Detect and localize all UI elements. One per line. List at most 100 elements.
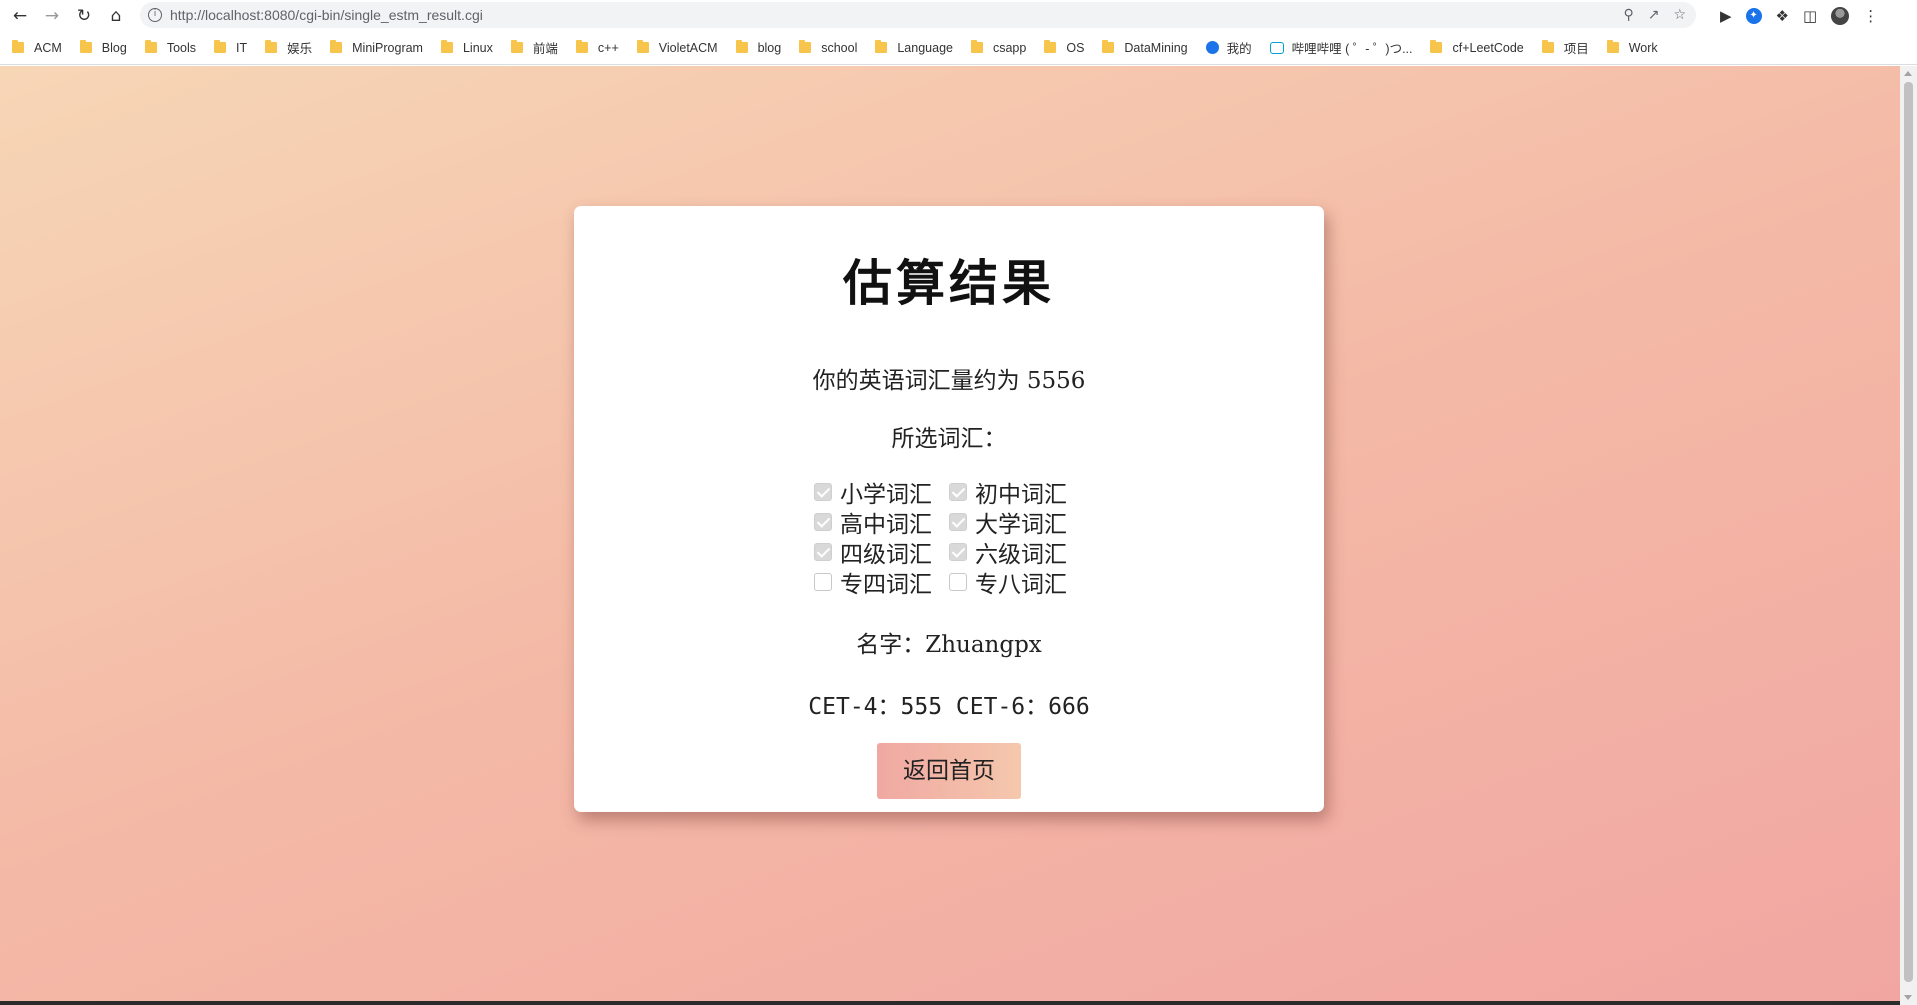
bookmark-label: blog <box>757 40 782 55</box>
vocab-option: 四级词汇 <box>814 539 949 568</box>
bookmark-label: IT <box>236 40 248 55</box>
folder-icon <box>1102 40 1115 53</box>
bookmark-item[interactable]: DataMining <box>1102 40 1188 55</box>
vocab-option-label: 四级词汇 <box>840 542 932 568</box>
sidepanel-icon[interactable]: ◫ <box>1803 7 1817 25</box>
play-icon[interactable]: ▶ <box>1720 7 1732 25</box>
folder-icon <box>1606 40 1619 53</box>
vocab-option-label: 六级词汇 <box>975 542 1067 568</box>
vocab-option-label: 初中词汇 <box>975 482 1067 508</box>
extension-icon[interactable]: ✦ <box>1745 8 1762 24</box>
bookmark-item[interactable]: cf+LeetCode <box>1430 40 1524 55</box>
puzzle-icon[interactable]: ❖ <box>1776 7 1789 25</box>
bookmark-item[interactable]: Tools <box>144 40 196 55</box>
cet-scores-text: CET-4：555 CET-6：666 <box>808 694 1090 720</box>
url-text[interactable]: http://localhost:8080/cgi-bin/single_est… <box>170 7 483 23</box>
checkbox[interactable] <box>814 513 832 531</box>
checkbox[interactable] <box>949 543 967 561</box>
folder-icon <box>12 40 24 53</box>
folder-icon <box>144 40 157 53</box>
folder-icon <box>636 40 649 53</box>
bookmark-label: 我的 <box>1226 42 1252 56</box>
bookmark-item[interactable]: school <box>799 40 858 55</box>
bookmarks-bar: ACM Blog Tools IT 娱乐 MiniProgram Linux 前端 c++ Vio… <box>0 31 1917 65</box>
scroll-up-icon[interactable] <box>1904 71 1912 76</box>
info-icon[interactable]: i <box>148 8 162 22</box>
vocab-option: 大学词汇 <box>949 509 1084 538</box>
bookmark-item[interactable]: 娱乐 <box>265 38 312 57</box>
bookmark-label: 哔哩哔哩 ( ゜- ゜)つ... <box>1291 42 1413 56</box>
checkbox[interactable] <box>949 483 967 501</box>
address-bar[interactable]: i http://localhost:8080/cgi-bin/single_e… <box>140 2 1696 28</box>
bookmark-label: Tools <box>166 40 196 55</box>
star-icon[interactable]: ☆ <box>1673 7 1686 23</box>
scrollbar[interactable] <box>1900 66 1917 1005</box>
zoom-icon[interactable]: ⚲ <box>1623 7 1633 23</box>
vocab-options: 小学词汇 初中词汇 高中词汇 大学词汇 四级词汇 六级词汇 专四词汇 专八词汇 <box>814 479 1084 598</box>
bookmark-label: Work <box>1628 40 1658 55</box>
bookmark-item[interactable]: 我的 <box>1205 38 1252 57</box>
bookmark-label: OS <box>1066 40 1085 55</box>
bookmark-item[interactable]: MiniProgram <box>330 40 423 55</box>
bookmark-item[interactable]: csapp <box>970 40 1027 55</box>
scroll-thumb[interactable] <box>1904 82 1913 982</box>
site-icon <box>1205 41 1219 54</box>
vocab-option: 小学词汇 <box>814 479 949 508</box>
folder-icon <box>735 40 748 53</box>
checkbox[interactable] <box>814 483 832 501</box>
forward-icon[interactable]: → <box>40 4 64 28</box>
folder-icon <box>330 40 343 53</box>
bookmark-item[interactable]: 前端 <box>510 38 558 57</box>
reload-icon[interactable]: ↻ <box>72 4 96 28</box>
home-icon[interactable]: ⌂ <box>104 4 128 28</box>
folder-icon <box>440 40 453 53</box>
checkbox[interactable] <box>814 543 832 561</box>
bookmark-label: DataMining <box>1124 40 1188 55</box>
folder-icon <box>575 40 588 53</box>
folder-icon <box>214 40 226 53</box>
bookmark-label: csapp <box>992 40 1027 55</box>
bookmark-item[interactable]: Work <box>1606 40 1658 55</box>
vocab-option: 专四词汇 <box>814 569 949 598</box>
bookmark-item[interactable]: ACM <box>12 40 62 55</box>
bookmark-item[interactable]: VioletACM <box>636 40 718 55</box>
browser-toolbar: ← → ↻ ⌂ i http://localhost:8080/cgi-bin/… <box>0 0 1917 31</box>
bookmark-label: c++ <box>597 40 619 55</box>
vocab-option: 六级词汇 <box>949 539 1084 568</box>
bookmark-item[interactable]: Blog <box>79 40 127 55</box>
taskbar-edge <box>0 1001 1900 1005</box>
bookmark-item[interactable]: 哔哩哔哩 ( ゜- ゜)つ... <box>1269 38 1413 57</box>
scroll-down-icon[interactable] <box>1904 995 1912 1000</box>
profile-avatar[interactable] <box>1831 7 1850 25</box>
folder-icon <box>875 40 888 53</box>
checkbox[interactable] <box>949 573 967 591</box>
bookmark-label: Language <box>897 40 953 55</box>
bookmark-item[interactable]: Language <box>875 40 953 55</box>
bookmark-item[interactable]: c++ <box>575 40 619 55</box>
folder-icon <box>1044 40 1057 53</box>
bookmark-label: school <box>821 40 858 55</box>
bilibili-icon <box>1269 41 1284 54</box>
back-home-button[interactable]: 返回首页 <box>877 743 1021 799</box>
bookmark-item[interactable]: IT <box>214 40 248 55</box>
vocab-option-label: 专四词汇 <box>840 572 932 598</box>
vocab-option-label: 大学词汇 <box>975 512 1067 538</box>
checkbox[interactable] <box>949 513 967 531</box>
bookmark-item[interactable]: 项目 <box>1541 38 1589 57</box>
back-icon[interactable]: ← <box>8 4 32 28</box>
share-icon[interactable]: ↗ <box>1648 7 1660 23</box>
bookmark-item[interactable]: blog <box>735 40 782 55</box>
menu-icon[interactable]: ⋮ <box>1863 7 1878 25</box>
bookmark-label: 娱乐 <box>287 42 313 56</box>
bookmark-label: 前端 <box>532 42 558 56</box>
vocab-option: 专八词汇 <box>949 569 1084 598</box>
vocab-option: 初中词汇 <box>949 479 1084 508</box>
bookmark-label: ACM <box>34 40 62 55</box>
bookmark-item[interactable]: OS <box>1044 40 1085 55</box>
folder-icon <box>79 40 92 53</box>
bookmark-label: cf+LeetCode <box>1452 40 1524 55</box>
bookmark-item[interactable]: Linux <box>440 40 493 55</box>
vocab-option-label: 小学词汇 <box>840 482 932 508</box>
checkbox[interactable] <box>814 573 832 591</box>
folder-icon <box>1430 40 1443 53</box>
